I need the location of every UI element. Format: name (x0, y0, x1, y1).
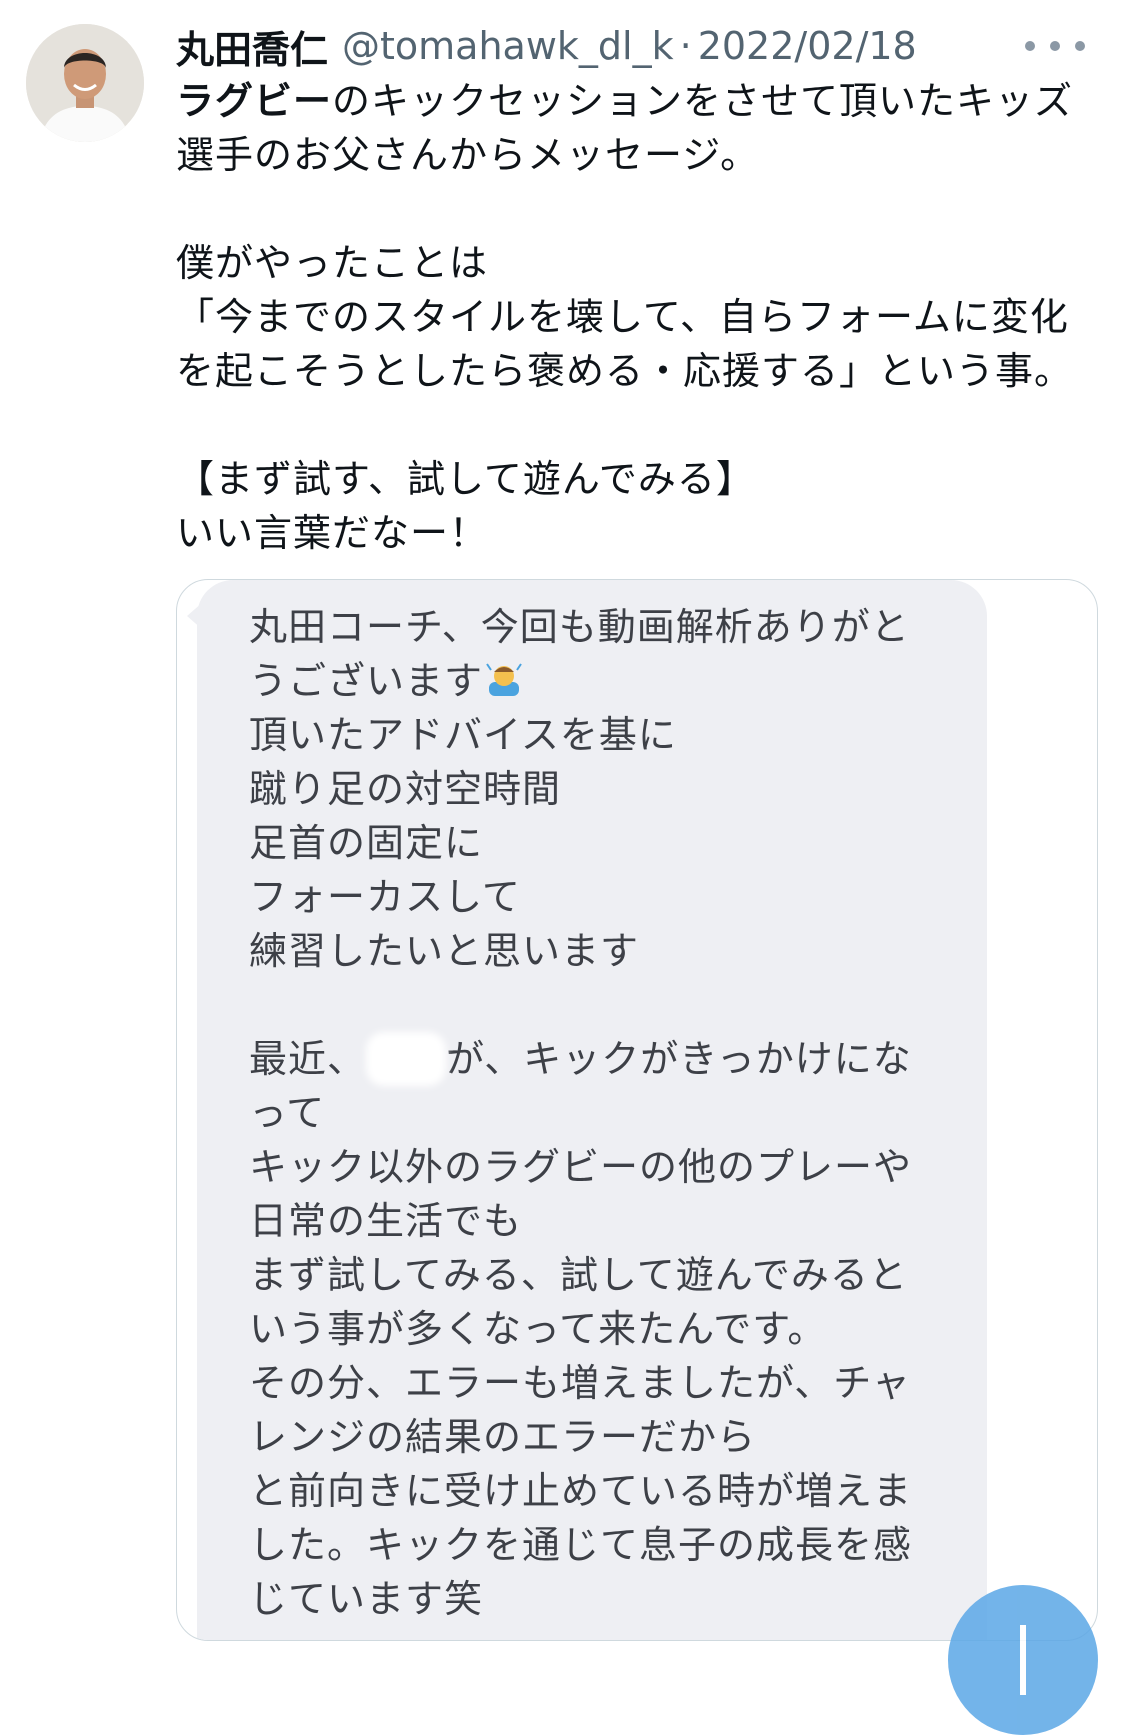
tweet-text: ラグビーのキックセッションをさせて頂いたキッズ 選手のお父さんからメッセージ。 … (176, 74, 1086, 560)
author-handle[interactable]: @tomahawk_dl_k (342, 24, 674, 68)
message-line: って (249, 1091, 326, 1135)
tweet-line: いい言葉だなー！ (176, 511, 489, 555)
message-text-segment: うございます (249, 659, 484, 703)
compose-tweet-button[interactable] (948, 1585, 1098, 1735)
dot (1075, 41, 1085, 51)
message-line: と前向きに受け止めている時が増えま (249, 1469, 913, 1513)
author-name[interactable]: 丸田喬仁 (176, 19, 328, 74)
tweet-image[interactable]: 丸田コーチ、今回も動画解析ありがと うございます 頂いたアドバイスを基に 蹴り足… (176, 579, 1098, 1641)
message-line: 足首の固定に (249, 821, 484, 865)
tweet-line: 選手のお父さんからメッセージ。 (176, 133, 760, 177)
tweet-line: ラグビーのキックセッションをさせて頂いたキッズ (176, 74, 1086, 128)
message-text: 丸田コーチ、今回も動画解析ありがと うございます 頂いたアドバイスを基に 蹴り足… (249, 600, 949, 1626)
message-line: レンジの結果のエラーだから (249, 1415, 757, 1459)
dot (1025, 41, 1035, 51)
tweet-line: 僕がやったことは (176, 241, 489, 285)
message-line: うございます (249, 654, 949, 708)
message-bubble: 丸田コーチ、今回も動画解析ありがと うございます 頂いたアドバイスを基に 蹴り足… (197, 580, 987, 1640)
message-line: 蹴り足の対空時間 (249, 767, 562, 811)
dot (1050, 41, 1060, 51)
hashtag-link[interactable]: ラグビー (176, 79, 332, 123)
person-photo-icon (26, 24, 144, 142)
message-line: 頂いたアドバイスを基に (249, 713, 677, 757)
compose-plus-icon (1020, 1625, 1026, 1695)
tweet-line: 【まず試す、試して遊んでみる】 (176, 457, 755, 501)
tweet-line: を起こそうとしたら褒める・応援する」という事。 (176, 349, 1074, 393)
message-text-segment: 最近、 (249, 1037, 367, 1081)
tweet-header: 丸田喬仁 @tomahawk_dl_k · 2022/02/18 (176, 16, 917, 76)
message-line: 日常の生活でも (249, 1199, 523, 1243)
message-line: じています笑 (249, 1577, 484, 1621)
tweet-line: 「今までのスタイルを壊して、自らフォームに変化 (176, 295, 1069, 339)
message-line: した。キックを通じて息子の成長を感 (249, 1523, 913, 1567)
message-line: 練習したいと思います (249, 929, 640, 973)
message-line: その分、エラーも増えましたが、チャ (249, 1361, 911, 1405)
message-line: まず試してみる、試して遊んでみると (249, 1253, 908, 1297)
tweet-text-segment: のキックセッションをさせて頂いたキッズ (332, 79, 1074, 123)
separator: · (679, 24, 692, 68)
redaction-mark (366, 1032, 447, 1086)
message-text-segment: が、キックがきっかけにな (446, 1037, 912, 1081)
bowing-person-emoji-icon (486, 663, 522, 696)
message-line: フォーカスして (249, 875, 521, 919)
more-dots-icon[interactable] (1025, 34, 1085, 58)
message-line: いう事が多くなって来たんです。 (249, 1307, 827, 1351)
avatar[interactable] (26, 24, 144, 142)
message-line: 最近、 が、キックがきっかけにな (249, 1032, 949, 1086)
message-line: 丸田コーチ、今回も動画解析ありがと (249, 605, 910, 649)
tweet-date[interactable]: 2022/02/18 (698, 24, 917, 68)
message-line: キック以外のラグビーの他のプレーや (249, 1145, 913, 1189)
